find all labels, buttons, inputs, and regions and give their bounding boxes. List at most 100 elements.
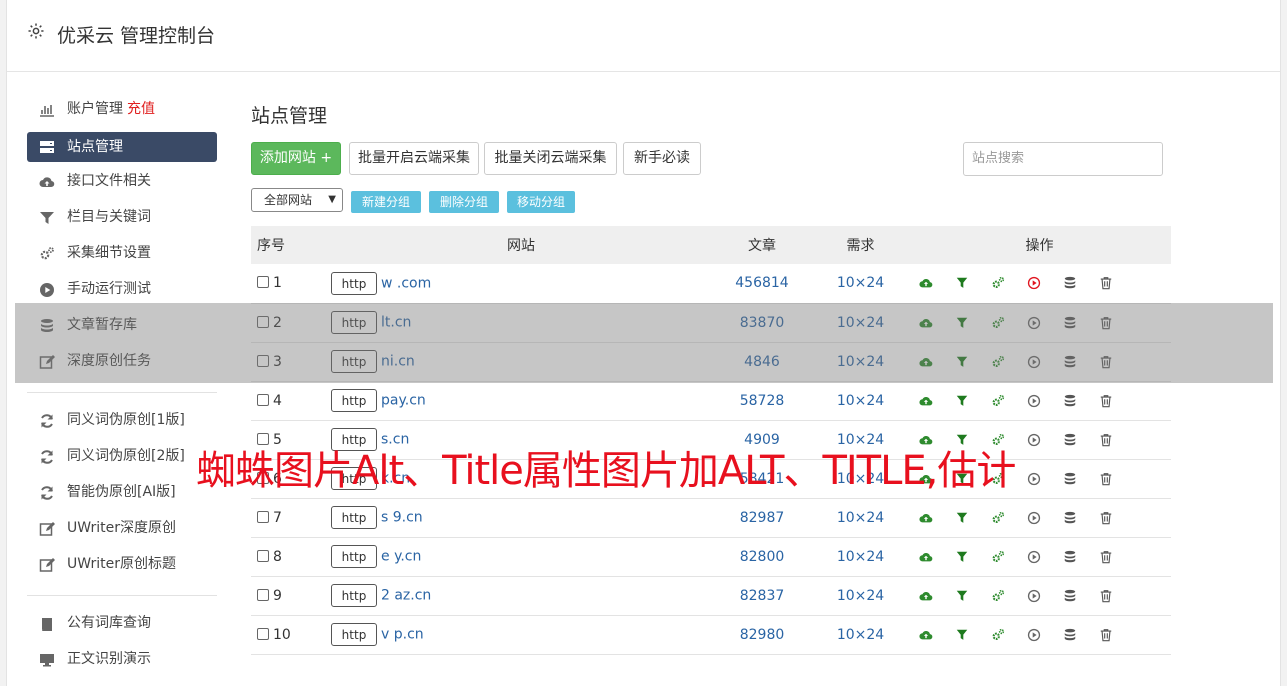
database-icon[interactable]	[1052, 549, 1088, 565]
gears-icon[interactable]	[980, 354, 1016, 370]
row-articles[interactable]: 82800	[711, 537, 813, 576]
sidebar-item[interactable]: 采集细节设置	[27, 238, 217, 274]
database-icon[interactable]	[1052, 627, 1088, 643]
row-demand[interactable]: 10×24	[813, 264, 908, 303]
site-link[interactable]: s 9.cn	[381, 510, 423, 526]
row-articles[interactable]: 4846	[711, 342, 813, 381]
play-icon[interactable]	[1016, 549, 1052, 565]
trash-icon[interactable]	[1088, 627, 1124, 643]
gears-icon[interactable]	[980, 315, 1016, 331]
recharge-link[interactable]: 充值	[127, 101, 155, 117]
database-icon[interactable]	[1052, 354, 1088, 370]
gears-icon[interactable]	[980, 275, 1016, 291]
trash-icon[interactable]	[1088, 549, 1124, 565]
trash-icon[interactable]	[1088, 432, 1124, 448]
cloud-upload-icon[interactable]	[908, 510, 944, 526]
filter-icon[interactable]	[944, 354, 980, 370]
play-icon[interactable]	[1016, 315, 1052, 331]
delete-group-button[interactable]: 删除分组	[429, 191, 499, 213]
sidebar-item[interactable]: 站点管理	[27, 132, 217, 162]
cloud-upload-icon[interactable]	[908, 393, 944, 409]
filter-icon[interactable]	[944, 588, 980, 604]
site-link[interactable]: w .com	[381, 275, 431, 291]
row-articles[interactable]: 58728	[711, 381, 813, 420]
move-group-button[interactable]: 移动分组	[507, 191, 575, 213]
gears-icon[interactable]	[980, 393, 1016, 409]
trash-icon[interactable]	[1088, 588, 1124, 604]
row-checkbox[interactable]	[257, 354, 269, 367]
trash-icon[interactable]	[1088, 471, 1124, 487]
site-link[interactable]: pay.cn	[381, 393, 426, 409]
sidebar-item[interactable]: 同义词伪原创[2版]	[27, 441, 217, 477]
row-articles[interactable]: 82837	[711, 576, 813, 615]
trash-icon[interactable]	[1088, 354, 1124, 370]
protocol-badge[interactable]: http	[331, 623, 377, 646]
filter-icon[interactable]	[944, 510, 980, 526]
database-icon[interactable]	[1052, 275, 1088, 291]
row-demand[interactable]: 10×24	[813, 381, 908, 420]
site-search-input[interactable]: 站点搜索	[963, 142, 1163, 176]
play-icon[interactable]	[1016, 510, 1052, 526]
database-icon[interactable]	[1052, 588, 1088, 604]
filter-icon[interactable]	[944, 315, 980, 331]
gears-icon[interactable]	[980, 549, 1016, 565]
batch-close-button[interactable]: 批量关闭云端采集	[484, 142, 617, 175]
row-articles[interactable]: 82987	[711, 498, 813, 537]
row-demand[interactable]: 10×24	[813, 303, 908, 342]
cloud-upload-icon[interactable]	[908, 315, 944, 331]
sidebar-item[interactable]: 账户管理 充值	[27, 94, 217, 130]
sidebar-item[interactable]: 栏目与关键词	[27, 202, 217, 238]
database-icon[interactable]	[1052, 471, 1088, 487]
play-icon[interactable]	[1016, 588, 1052, 604]
site-link[interactable]: e y.cn	[381, 549, 421, 565]
filter-icon[interactable]	[944, 275, 980, 291]
protocol-badge[interactable]: http	[331, 545, 377, 568]
filter-icon[interactable]	[944, 627, 980, 643]
site-link[interactable]: ni.cn	[381, 354, 415, 370]
sidebar-item[interactable]: UWriter原创标题	[27, 549, 217, 585]
cloud-upload-icon[interactable]	[908, 549, 944, 565]
play-icon[interactable]	[1016, 471, 1052, 487]
site-link[interactable]: v p.cn	[381, 627, 424, 643]
play-icon[interactable]	[1016, 275, 1052, 291]
cloud-upload-icon[interactable]	[908, 627, 944, 643]
sidebar-item[interactable]: 同义词伪原创[1版]	[27, 405, 217, 441]
sidebar-item[interactable]: UWriter深度原创	[27, 513, 217, 549]
protocol-badge[interactable]: http	[331, 506, 377, 529]
play-icon[interactable]	[1016, 393, 1052, 409]
protocol-badge[interactable]: http	[331, 389, 377, 412]
cloud-upload-icon[interactable]	[908, 354, 944, 370]
row-checkbox[interactable]	[257, 510, 269, 523]
database-icon[interactable]	[1052, 432, 1088, 448]
protocol-badge[interactable]: http	[331, 350, 377, 373]
row-checkbox[interactable]	[257, 549, 269, 562]
database-icon[interactable]	[1052, 315, 1088, 331]
row-articles[interactable]: 82980	[711, 615, 813, 654]
batch-open-button[interactable]: 批量开启云端采集	[349, 142, 479, 175]
sidebar-item[interactable]: 接口文件相关	[27, 166, 217, 202]
trash-icon[interactable]	[1088, 315, 1124, 331]
database-icon[interactable]	[1052, 393, 1088, 409]
sidebar-item[interactable]: 公有词库查询	[27, 608, 217, 644]
sidebar-item[interactable]: 深度原创任务	[27, 346, 217, 382]
site-link[interactable]: 2 az.cn	[381, 588, 431, 604]
new-group-button[interactable]: 新建分组	[351, 191, 421, 213]
row-demand[interactable]: 10×24	[813, 615, 908, 654]
protocol-badge[interactable]: http	[331, 311, 377, 334]
gears-icon[interactable]	[980, 510, 1016, 526]
guide-button[interactable]: 新手必读	[623, 142, 701, 175]
row-checkbox[interactable]	[257, 627, 269, 640]
sidebar-item[interactable]: 智能伪原创[AI版]	[27, 477, 217, 513]
gears-icon[interactable]	[980, 627, 1016, 643]
database-icon[interactable]	[1052, 510, 1088, 526]
row-checkbox[interactable]	[257, 315, 269, 328]
filter-icon[interactable]	[944, 549, 980, 565]
row-demand[interactable]: 10×24	[813, 342, 908, 381]
play-icon[interactable]	[1016, 432, 1052, 448]
row-articles[interactable]: 83870	[711, 303, 813, 342]
gears-icon[interactable]	[980, 588, 1016, 604]
row-articles[interactable]: 456814	[711, 264, 813, 303]
play-icon[interactable]	[1016, 627, 1052, 643]
row-demand[interactable]: 10×24	[813, 576, 908, 615]
sidebar-item[interactable]: 文章暂存库	[27, 310, 217, 346]
